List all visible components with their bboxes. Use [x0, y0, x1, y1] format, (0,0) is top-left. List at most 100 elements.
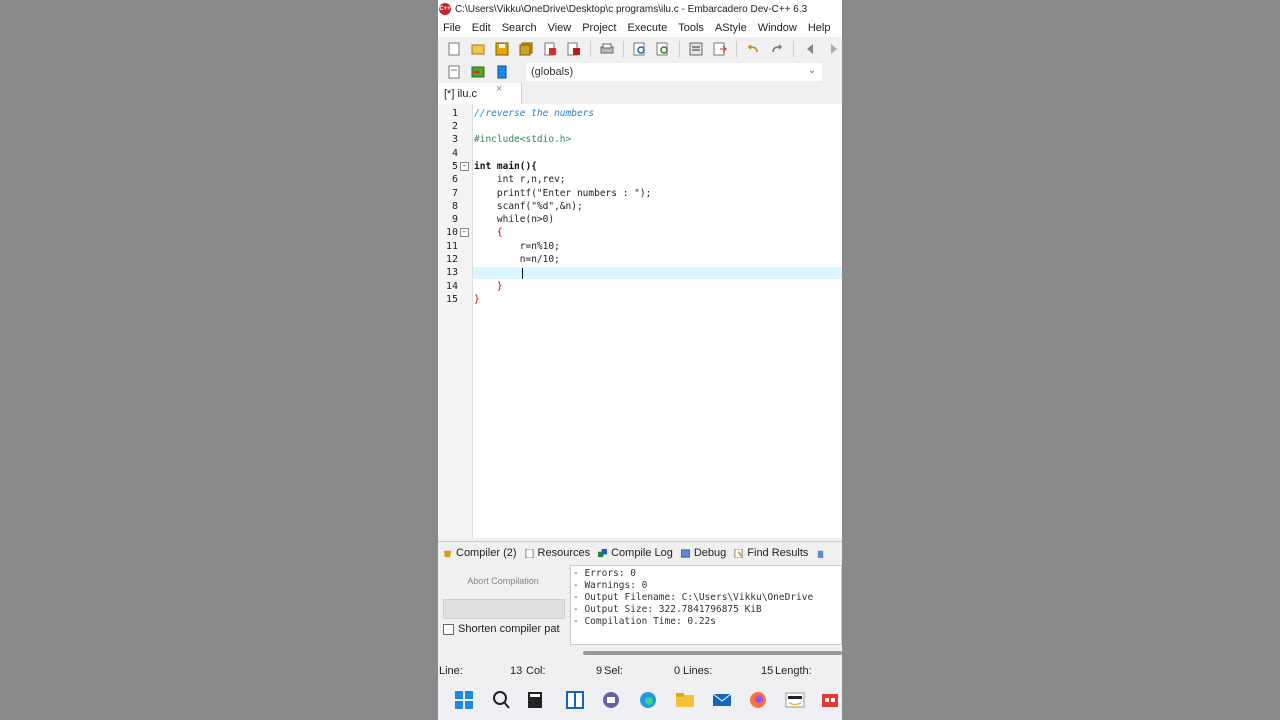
- goto-bookmark-icon[interactable]: [494, 64, 510, 80]
- line-number: 14: [445, 281, 458, 292]
- close-file-icon[interactable]: [542, 41, 558, 57]
- menu-window[interactable]: Window: [753, 22, 803, 34]
- tab-debug[interactable]: Debug: [680, 547, 729, 559]
- tab-find-results-label: Find Results: [747, 547, 809, 559]
- menu-file[interactable]: File: [438, 22, 467, 34]
- status-col-label: Col:: [526, 665, 546, 677]
- shorten-paths-label: Shorten compiler pat: [458, 623, 560, 635]
- status-bar: Line: 13 Col: 9 Sel: 0 Lines: 15 Length:: [438, 663, 842, 679]
- tab-find-results[interactable]: Find Results: [734, 547, 811, 559]
- windows-start-icon[interactable]: [453, 689, 475, 711]
- firefox-icon[interactable]: [747, 689, 769, 711]
- log-line: - Output Filename: C:\Users\Vikku\OneDri…: [573, 592, 814, 603]
- toggle-bookmark-icon[interactable]: [470, 64, 486, 80]
- toolbar-separator: [793, 41, 795, 57]
- tab-compiler-label: Compiler (2): [456, 547, 517, 559]
- store-icon[interactable]: [819, 689, 841, 711]
- indent-icon[interactable]: [712, 41, 728, 57]
- code-editor[interactable]: 1 2 3 4 5 6 7 8 9 10 11 12 13 14 15 − − …: [438, 104, 842, 538]
- tab-ilu-c[interactable]: [*] ilu.c ×: [438, 83, 522, 104]
- open-file-icon[interactable]: [470, 41, 486, 57]
- save-icon[interactable]: [494, 41, 510, 57]
- code-line: }: [474, 281, 503, 292]
- folder-icon[interactable]: [674, 689, 696, 711]
- redo-icon[interactable]: [769, 41, 785, 57]
- code-line: {: [474, 227, 503, 238]
- compile-log-output[interactable]: - Errors: 0 - Warnings: 0 - Output Filen…: [570, 565, 842, 645]
- shorten-paths-checkbox[interactable]: Shorten compiler pat: [443, 623, 560, 635]
- fold-toggle-icon[interactable]: −: [460, 228, 469, 237]
- snap-layout-icon[interactable]: [564, 689, 586, 711]
- menu-tools[interactable]: Tools: [673, 22, 710, 34]
- close-all-icon[interactable]: [566, 41, 582, 57]
- status-lines-value: 15: [761, 665, 774, 677]
- goto-line-icon[interactable]: [688, 41, 704, 57]
- menu-execute[interactable]: Execute: [622, 22, 673, 34]
- toolbar-separator: [589, 41, 591, 57]
- line-number: 11: [445, 241, 458, 252]
- amazon-icon[interactable]: [784, 689, 806, 711]
- tab-compile-log[interactable]: Compile Log: [598, 547, 676, 559]
- title-bar: C++ C:\Users\Vikku\OneDrive\Desktop\c pr…: [438, 0, 842, 18]
- file-explorer-dark-icon[interactable]: [524, 689, 546, 711]
- menu-edit[interactable]: Edit: [467, 22, 497, 34]
- checkbox-icon[interactable]: [443, 623, 454, 635]
- save-all-icon[interactable]: [518, 41, 534, 57]
- line-number: 12: [445, 254, 458, 265]
- abort-compilation-button[interactable]: Abort Compilation: [443, 571, 563, 591]
- status-sel-value: 0: [674, 665, 681, 677]
- print-icon[interactable]: [599, 41, 615, 57]
- menu-search[interactable]: Search: [497, 22, 543, 34]
- line-number: 5: [451, 161, 458, 172]
- compiler-icon: [443, 550, 452, 557]
- current-line-highlight: [473, 267, 842, 279]
- scope-dropdown-value: (globals): [531, 66, 574, 78]
- file-tab-strip: [*] ilu.c ×: [438, 83, 842, 104]
- code-line: //reverse the numbers: [474, 108, 595, 119]
- mail-icon[interactable]: [711, 689, 733, 711]
- code-line: r=n%10;: [474, 241, 560, 252]
- status-line-value: 13: [510, 665, 523, 677]
- window-title: C:\Users\Vikku\OneDrive\Desktop\c progra…: [455, 3, 808, 15]
- line-number: 2: [451, 121, 458, 132]
- tab-compiler[interactable]: Compiler (2): [443, 547, 520, 559]
- menu-project[interactable]: Project: [577, 22, 622, 34]
- status-line-label: Line:: [439, 665, 463, 677]
- undo-icon[interactable]: [745, 41, 761, 57]
- resources-icon: [524, 548, 534, 558]
- text-cursor: [522, 268, 523, 279]
- back-icon[interactable]: [802, 41, 818, 57]
- replace-icon[interactable]: [656, 41, 672, 57]
- close-icon[interactable]: ×: [496, 83, 502, 95]
- code-line: n=n/10;: [474, 254, 560, 265]
- code-line: int r,n,rev;: [474, 174, 566, 185]
- fold-toggle-icon[interactable]: −: [460, 162, 469, 171]
- scope-dropdown[interactable]: (globals) ⌄: [526, 63, 822, 81]
- tab-resources[interactable]: Resources: [524, 547, 594, 559]
- status-col-value: 9: [596, 665, 603, 677]
- code-line: }: [474, 294, 480, 305]
- line-number: 4: [451, 148, 458, 159]
- chevron-down-icon: ⌄: [807, 65, 816, 76]
- tab-close-panel[interactable]: [816, 549, 832, 558]
- menu-astyle[interactable]: AStyle: [710, 22, 753, 34]
- menu-view[interactable]: View: [543, 22, 578, 34]
- compile-log-icon: [598, 548, 608, 557]
- search-icon[interactable]: [490, 689, 512, 711]
- toolbar-separator: [736, 41, 738, 57]
- find-icon[interactable]: [632, 41, 648, 57]
- tab-label: [*] ilu.c: [444, 87, 478, 100]
- devcpp-window: C++ C:\Users\Vikku\OneDrive\Desktop\c pr…: [438, 0, 842, 720]
- code-line: while(n>0): [474, 214, 555, 225]
- edge-browser-icon[interactable]: [637, 689, 659, 711]
- line-number: 1: [451, 108, 458, 119]
- code-line: int main(){: [474, 161, 537, 172]
- horizontal-scrollbar[interactable]: [583, 651, 842, 655]
- forward-icon[interactable]: [826, 41, 842, 57]
- new-file-icon[interactable]: [446, 41, 462, 57]
- code-line: printf("Enter numbers : ");: [474, 188, 652, 199]
- menu-bar: File Edit Search View Project Execute To…: [438, 18, 842, 37]
- teams-chat-icon[interactable]: [600, 689, 622, 711]
- insert-icon[interactable]: [446, 64, 462, 80]
- menu-help[interactable]: Help: [803, 22, 837, 34]
